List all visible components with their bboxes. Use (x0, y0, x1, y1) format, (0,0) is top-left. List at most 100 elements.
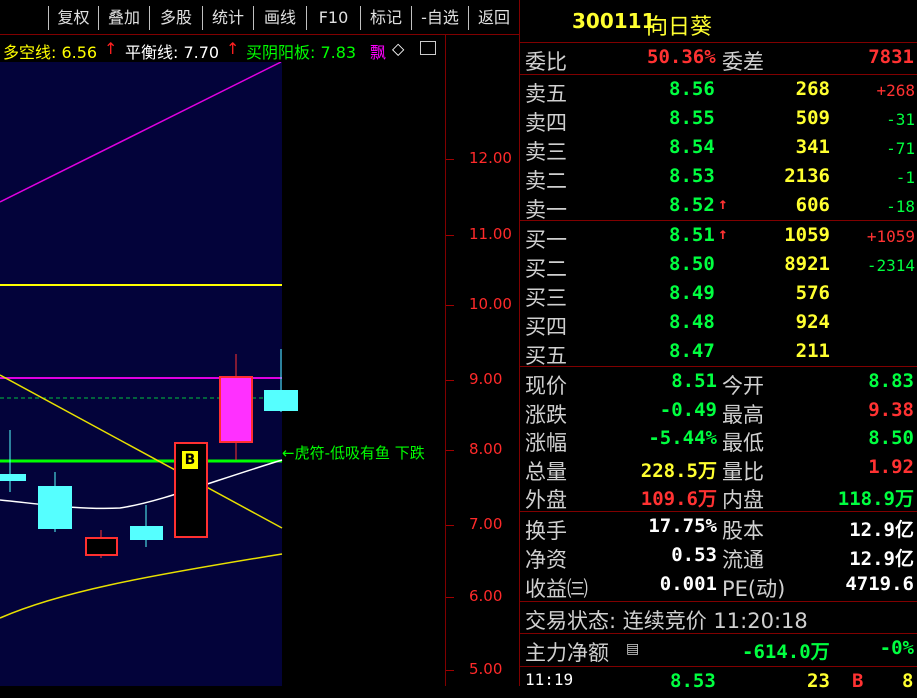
candle (130, 526, 163, 540)
level-label: 买三 (525, 286, 567, 310)
y-tick-label: 12.00 (469, 149, 512, 167)
panel-toggle-icon[interactable] (420, 41, 436, 55)
toolbar-duogu-button[interactable]: 多股 (149, 6, 202, 30)
buy-row[interactable]: 买一 8.51 ↑ 1059 +1059 (520, 223, 917, 252)
tick-row: 11:19 8.53 23 B 8 (520, 669, 917, 698)
stat-label: 流通 (722, 548, 764, 572)
toolbar-back-button[interactable]: 返回 (468, 6, 519, 30)
weibi-label: 委比 (525, 50, 567, 74)
stat-label: 最低 (722, 431, 764, 455)
indicator-bar: 多空线: 6.56 ↑ 平衡线: 7.70 ↑ 买阴阳板: 7.83 飘 ◇ (0, 36, 445, 62)
weibi-row: 委比 50.36% 委差 7831 (520, 45, 917, 74)
trade-status-row: 交易状态: 连续竞价 11:20:18 (520, 604, 917, 633)
stat-value: 0.001 (659, 573, 717, 595)
up-arrow-icon: ↑ (718, 224, 728, 243)
level-volume: 924 (795, 311, 830, 333)
stat-value: 8.51 (671, 370, 717, 392)
stat-row: 总量 228.5万 量比 1.92 (520, 455, 917, 484)
ph-line-label: 平衡线: 7.70 (125, 43, 220, 62)
stat-label: 净资 (525, 548, 567, 572)
kline-chart[interactable] (0, 62, 445, 686)
buy-row[interactable]: 买五 8.47 211 (520, 339, 917, 368)
stat-label: 外盘 (525, 488, 567, 512)
level-change: -18 (886, 197, 915, 216)
stat-label: 量比 (722, 459, 764, 484)
price-axis: 12.00 11.00 10.00 9.00 8.00 7.00 6.00 5.… (445, 34, 520, 686)
mb-label: 买阴阳板: 7.83 (246, 43, 357, 62)
level-change: +1059 (866, 227, 915, 246)
level-label: 买二 (525, 257, 567, 281)
stat-value: 8.83 (868, 370, 914, 392)
main-net-label: 主力净额 (525, 641, 609, 665)
buy-row[interactable]: 买二 8.50 8921 -2314 (520, 252, 917, 281)
tick-vol: 23 (807, 670, 830, 692)
buy-row[interactable]: 买三 8.49 576 (520, 281, 917, 310)
level-price: 8.51 (669, 224, 715, 246)
level-volume: 211 (795, 340, 830, 362)
main-net-pct: -0% (879, 637, 914, 659)
toolbar-biaoji-button[interactable]: 标记 (360, 6, 411, 30)
buy-marker: B (182, 451, 198, 469)
toolbar-f10-button[interactable]: F10 (306, 6, 360, 30)
toolbar-huaxian-button[interactable]: 画线 (253, 6, 306, 30)
level-change: -31 (886, 110, 915, 129)
toolbar-fuquan-button[interactable]: 复权 (48, 6, 98, 30)
stat-label: 内盘 (722, 488, 764, 512)
y-tick-label: 6.00 (469, 587, 503, 605)
up-arrow-icon: ↑ (226, 39, 240, 58)
stat-label: 今开 (722, 374, 764, 398)
toolbar-diejia-button[interactable]: 叠加 (98, 6, 149, 30)
sell-row[interactable]: 卖三 8.54 341 -71 (520, 135, 917, 164)
quote-panel: 300111 向日葵 委比 50.36% 委差 7831 卖五 8.56 268 +2… (519, 0, 917, 692)
stock-header: 300111 向日葵 (520, 8, 917, 40)
stock-name: 向日葵 (646, 15, 713, 40)
signal-text: ←虎符-低吸有鱼 下跌 (282, 444, 425, 462)
level-change: -71 (886, 139, 915, 158)
weicha-label: 委差 (722, 50, 764, 74)
up-arrow-icon: ↑ (104, 39, 118, 58)
dk-line-label: 多空线: 6.56 (3, 43, 98, 62)
toolbar: 复权 叠加 多股 统计 画线 F10 标记 -自选 返回 (0, 0, 519, 35)
level-volume: 576 (795, 282, 830, 304)
level-volume: 8921 (784, 253, 830, 275)
stat-value: 8.50 (868, 427, 914, 449)
stat-row: 涨跌 -0.49 最高 9.38 (520, 398, 917, 427)
up-arrow-icon: ↑ (718, 194, 728, 213)
stat-label: 总量 (525, 459, 567, 484)
candle (85, 537, 118, 556)
stat-value: 228.5万 (640, 459, 717, 482)
y-tick-label: 7.00 (469, 515, 503, 533)
stat-value: 118.9万 (837, 488, 914, 510)
list-icon[interactable]: ▤ (626, 641, 639, 657)
buy-row[interactable]: 买四 8.48 924 (520, 310, 917, 339)
stat2-row: 换手 17.75% 股本 12.9亿 (520, 514, 917, 543)
candle (264, 390, 298, 411)
stat-label: 涨幅 (525, 431, 567, 455)
level-label: 卖四 (525, 111, 567, 135)
stat2-row: 收益㈢ 0.001 PE(动) 4719.6 (520, 572, 917, 601)
level-volume: 268 (795, 78, 830, 100)
stat-value: -5.44% (648, 427, 717, 449)
stat-row: 外盘 109.6万 内盘 118.9万 (520, 483, 917, 512)
sell-row[interactable]: 卖四 8.55 509 -31 (520, 106, 917, 135)
level-label: 卖二 (525, 169, 567, 193)
sell-row[interactable]: 卖五 8.56 268 +268 (520, 77, 917, 106)
candle (0, 474, 26, 481)
stat-label: 最高 (722, 402, 764, 427)
stat-label: 股本 (722, 519, 764, 543)
sell-row[interactable]: 卖二 8.53 2136 -1 (520, 164, 917, 193)
tick-extra: 8 (902, 670, 914, 692)
level-price: 8.48 (669, 311, 715, 333)
toolbar-zixuan-button[interactable]: -自选 (411, 6, 468, 30)
ma-yellow (0, 553, 283, 619)
stat-value: 109.6万 (640, 488, 717, 510)
tick-side: B (852, 670, 864, 692)
toolbar-tongji-button[interactable]: 统计 (202, 6, 253, 30)
level-price: 8.53 (669, 165, 715, 187)
y-tick-label: 8.00 (469, 440, 503, 458)
stat-value: 1.92 (868, 455, 914, 478)
y-tick-label: 9.00 (469, 370, 503, 388)
level-change: +268 (876, 81, 915, 100)
sell-row[interactable]: 卖一 8.52 ↑ 606 -18 (520, 193, 917, 222)
stat2-row: 净资 0.53 流通 12.9亿 (520, 543, 917, 572)
